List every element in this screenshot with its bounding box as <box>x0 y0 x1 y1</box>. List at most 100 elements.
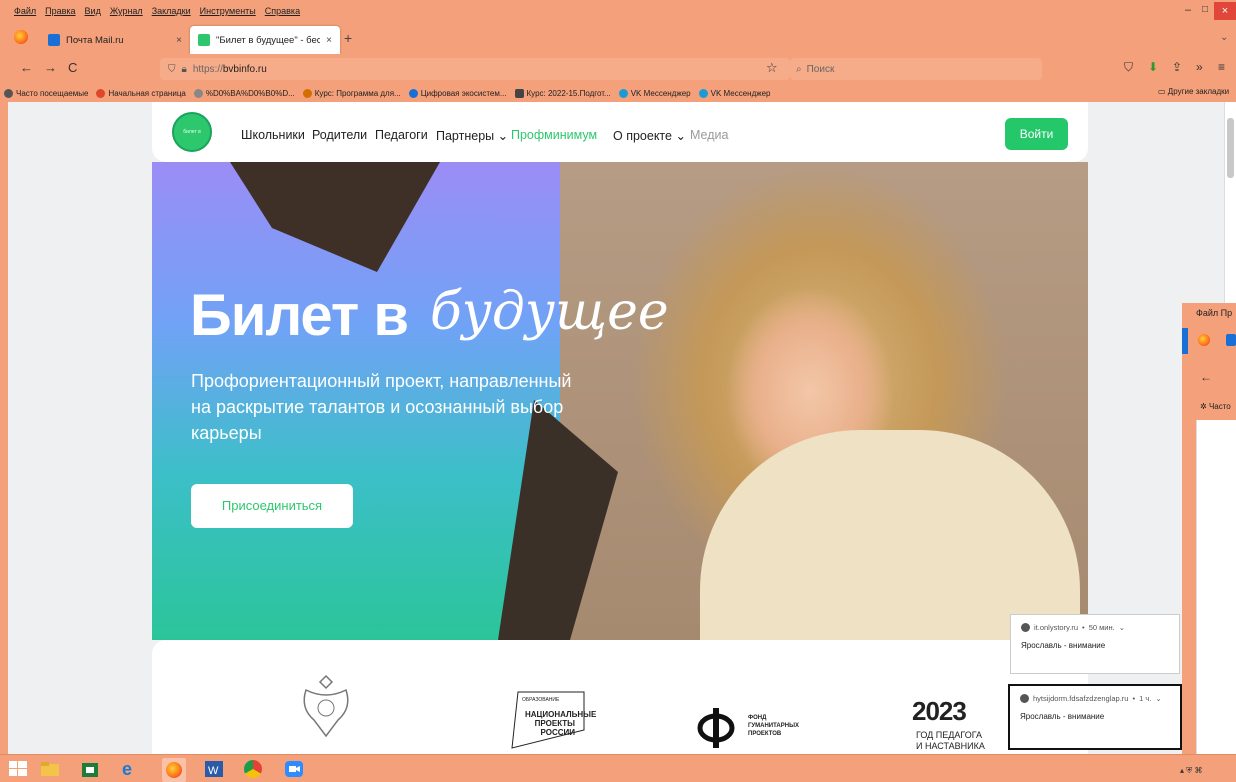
shield-icon[interactable]: ⛉ <box>168 64 176 75</box>
course-icon <box>514 88 524 98</box>
other-bookmarks[interactable]: ▭ Другие закладки <box>1158 87 1229 96</box>
lock-icon[interactable]: 🔒︎ <box>182 64 187 75</box>
menu-history[interactable]: Журнал <box>110 6 143 16</box>
notification-source: hytsijdorm.fdsafzdzenglap.ru <box>1033 694 1129 703</box>
bookmark-star-icon[interactable]: ☆ <box>766 60 778 76</box>
store-icon[interactable] <box>80 760 100 778</box>
tab-mail[interactable]: Почта Mail.ru × <box>40 26 190 54</box>
join-button[interactable]: Присоединиться <box>191 484 353 528</box>
bookmark-item[interactable]: Часто посещаемые <box>4 88 89 98</box>
chrome-icon[interactable] <box>244 760 262 778</box>
fund-text: ФОНД ГУМАНИТАРНЫХ ПРОЕКТОВ <box>748 715 799 737</box>
forward-button[interactable]: → <box>44 60 57 75</box>
notification-popup[interactable]: hytsijdorm.fdsafzdzenglap.ru • 1 ч. ⌄ Яр… <box>1008 684 1182 750</box>
year-text: ГОД ПЕДАГОГА И НАСТАВНИКА <box>916 730 985 751</box>
bookmark-item[interactable]: %D0%BA%D0%B0%D... <box>193 88 295 98</box>
gear-icon: ✲ <box>1200 402 1207 411</box>
site-icon <box>1020 694 1029 703</box>
word-icon[interactable]: W <box>204 760 224 778</box>
nav-partners[interactable]: Партнеры ⌄ <box>436 128 508 143</box>
np-text: НАЦИОНАЛЬНЫЕ ПРОЕКТЫ РОССИИ <box>525 710 597 737</box>
nav-media[interactable]: Медиа <box>690 128 728 142</box>
menu-tools[interactable]: Инструменты <box>200 6 256 16</box>
chevron-down-icon[interactable]: ⌄ <box>1155 694 1161 703</box>
back-button[interactable]: ← <box>20 60 33 75</box>
windows-start-icon[interactable] <box>8 760 28 778</box>
system-tray[interactable]: ▴ ⛨ ⌘ <box>1180 766 1202 776</box>
zoom-icon[interactable] <box>284 760 304 778</box>
fund-logo-icon <box>697 708 735 748</box>
search-input[interactable]: ⌕ Поиск <box>790 58 1042 80</box>
site-logo[interactable]: билет в будущее <box>172 112 212 171</box>
maximize-button[interactable]: □ <box>1198 4 1212 18</box>
nav-schoolchildren[interactable]: Школьники <box>241 128 305 142</box>
notification-header: hytsijdorm.fdsafzdzenglap.ru • 1 ч. ⌄ <box>1020 694 1162 703</box>
second-window-tab[interactable] <box>1182 328 1188 354</box>
close-tab-icon[interactable]: × <box>326 35 332 46</box>
bookmark-label: Часто посещаемые <box>16 88 89 98</box>
hero-title: Билет в <box>190 283 409 348</box>
menu-bar: Файл Правка Вид Журнал Закладки Инструме… <box>0 0 1236 22</box>
notification-popup[interactable]: it.onlystory.ru • 50 мин. ⌄ Ярославль - … <box>1010 614 1180 674</box>
bookmark-item[interactable]: Курс: Программа для... <box>302 88 401 98</box>
url-scheme: https:// <box>192 63 223 75</box>
firefox-icon <box>1198 334 1210 346</box>
menu-icon[interactable]: ≡ <box>1218 60 1225 74</box>
more-tools-icon[interactable]: » <box>1196 60 1203 74</box>
close-button[interactable]: × <box>1214 2 1236 20</box>
bookmark-item[interactable]: Цифровая экосистем... <box>408 88 507 98</box>
reload-button[interactable]: C <box>68 60 77 75</box>
menu-bookmarks[interactable]: Закладки <box>152 6 191 16</box>
bookmark-label: Цифровая экосистем... <box>420 88 507 98</box>
globe-icon <box>193 88 203 98</box>
url-host: bvbinfo.ru <box>222 63 267 75</box>
hero-title-italic: будущее <box>430 282 669 342</box>
bvb-favicon-icon <box>198 34 210 46</box>
notification-source: it.onlystory.ru <box>1034 623 1079 632</box>
minimize-button[interactable]: – <box>1180 4 1196 18</box>
bookmark-item[interactable]: Начальная страница <box>96 88 186 98</box>
menu-help[interactable]: Справка <box>265 6 300 16</box>
login-button[interactable]: Войти <box>1005 118 1068 150</box>
share-icon[interactable]: ⇪ <box>1172 60 1182 74</box>
menu-file[interactable]: Файл <box>14 6 36 16</box>
firefox-icon <box>96 88 106 98</box>
close-tab-icon[interactable]: × <box>176 35 182 46</box>
bookmarks-bar: Часто посещаемые Начальная страница %D0%… <box>0 84 1236 102</box>
bookmark-label: %D0%BA%D0%B0%D... <box>205 88 295 98</box>
nav-about[interactable]: О проекте ⌄ <box>613 128 686 143</box>
gear-icon <box>4 88 13 98</box>
url-bar[interactable]: ⛉ 🔒︎ https://bvbinfo.ru <box>160 58 790 80</box>
nav-profminimum[interactable]: Профминимум <box>511 128 597 142</box>
svg-text:W: W <box>208 765 219 777</box>
pocket-icon[interactable]: ⛉ <box>1124 60 1133 75</box>
bookmark-item[interactable]: VK Мессенджер <box>698 88 771 98</box>
list-tabs-icon[interactable]: ⌄ <box>1220 32 1228 43</box>
notification-time: 1 ч. <box>1139 694 1152 703</box>
bookmark-label: Курс: 2022-15.Подгот... <box>526 88 611 98</box>
download-icon[interactable]: ⬇ <box>1148 60 1158 74</box>
coat-of-arms-icon <box>303 674 349 738</box>
menu-view[interactable]: Вид <box>85 6 101 16</box>
back-button[interactable]: ← <box>1200 370 1212 384</box>
file-explorer-icon[interactable] <box>40 760 60 778</box>
vk-icon <box>618 88 628 98</box>
bookmark-item[interactable]: VK Мессенджер <box>618 88 691 98</box>
internet-explorer-icon[interactable]: e <box>122 760 142 778</box>
firefox-icon[interactable] <box>14 30 28 44</box>
scrollbar-thumb[interactable] <box>1227 118 1234 178</box>
other-bookmarks-label: Другие закладки <box>1167 87 1230 96</box>
chevron-down-icon[interactable]: ⌄ <box>1119 623 1125 632</box>
notification-time: 50 мин. <box>1088 623 1115 632</box>
tab-bvbinfo[interactable]: "Билет в будущее" - бесплатн × <box>190 26 340 54</box>
ecosystem-icon <box>408 88 418 98</box>
new-tab-button[interactable]: + <box>344 30 352 46</box>
bookmark-label: Начальная страница <box>108 88 186 98</box>
menu-edit[interactable]: Правка <box>45 6 75 16</box>
nav-parents[interactable]: Родители <box>312 128 367 142</box>
second-window-menu[interactable]: Файл Пр <box>1196 308 1236 318</box>
bookmark-label: Курс: Программа для... <box>314 88 401 98</box>
nav-teachers[interactable]: Педагоги <box>375 128 428 142</box>
bookmark-item[interactable]: Курс: 2022-15.Подгот... <box>514 88 611 98</box>
second-window-bookmark[interactable]: ✲ Часто <box>1200 402 1236 411</box>
